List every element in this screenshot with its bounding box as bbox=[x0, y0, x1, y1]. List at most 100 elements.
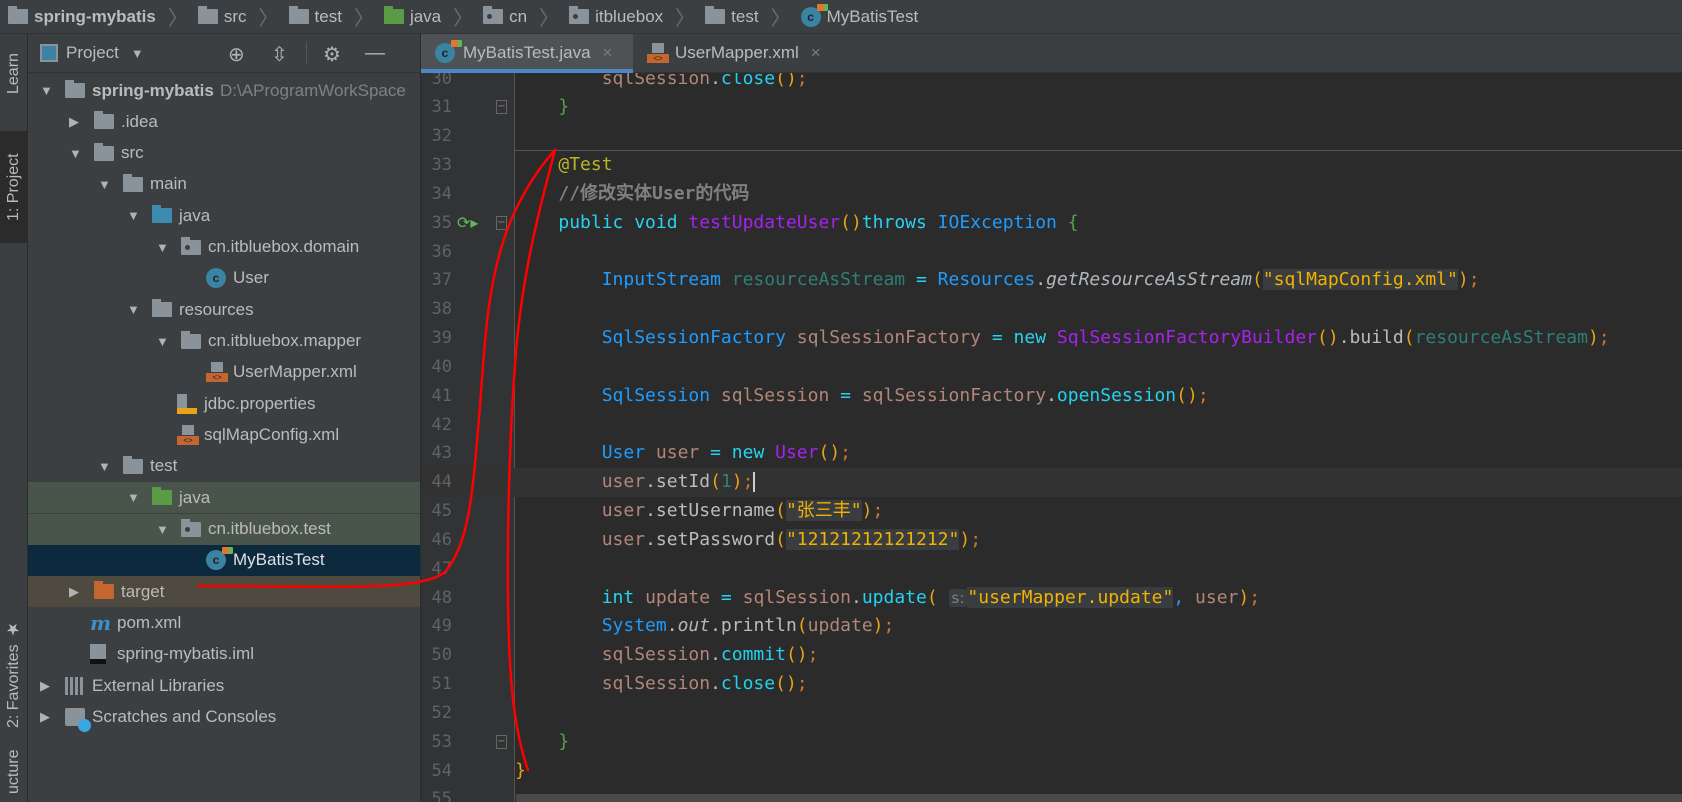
code-line[interactable]: 48 int update = sqlSession.update( s: "us… bbox=[421, 584, 1682, 613]
tree-item-cn-itbluebox-test[interactable]: ▼ cn.itbluebox.test bbox=[28, 513, 420, 545]
code-line[interactable]: 44 user.setId(1); bbox=[421, 468, 1682, 498]
tree-item-usermapper-xml[interactable]: UserMapper.xml bbox=[28, 357, 420, 388]
code-line[interactable]: 43 User user = new User(); bbox=[421, 439, 1682, 468]
breadcrumb-item[interactable]: src 〉 bbox=[197, 2, 285, 31]
fold-marker-icon[interactable]: − bbox=[496, 215, 507, 230]
expanded-arrow-icon[interactable]: ▼ bbox=[40, 83, 53, 98]
code-line[interactable]: 54} bbox=[421, 757, 1682, 786]
close-icon[interactable]: × bbox=[811, 43, 821, 63]
gear-icon[interactable]: ⚙ bbox=[323, 42, 341, 67]
code-line[interactable]: 42 bbox=[421, 411, 1682, 440]
tree-item-cn-itbluebox-mapper[interactable]: ▼ cn.itbluebox.mapper bbox=[28, 326, 420, 357]
code-line[interactable]: 47 bbox=[421, 555, 1682, 584]
code-line[interactable]: 33 @Test bbox=[421, 151, 1682, 180]
tree-item-main[interactable]: ▼ main bbox=[28, 169, 420, 200]
learn-tool-tab[interactable]: Learn bbox=[0, 34, 28, 114]
expanded-arrow-icon[interactable]: ▼ bbox=[156, 334, 169, 349]
code-line[interactable]: 40 bbox=[421, 353, 1682, 382]
tree-item-target[interactable]: ▶ target bbox=[28, 576, 420, 608]
collapsed-arrow-icon[interactable]: ▶ bbox=[69, 584, 79, 600]
project-tool-tab[interactable]: 1: Project bbox=[0, 131, 28, 243]
run-test-icon[interactable]: ⟳▸ bbox=[457, 209, 478, 238]
expanded-arrow-icon[interactable]: ▼ bbox=[98, 177, 111, 192]
fold-marker-icon[interactable]: − bbox=[496, 734, 507, 749]
code-line[interactable]: 53 } − bbox=[421, 728, 1682, 757]
collapsed-arrow-icon[interactable]: ▶ bbox=[40, 678, 50, 694]
code-line[interactable]: 52 bbox=[421, 699, 1682, 728]
tree-item-src[interactable]: ▼ src bbox=[28, 138, 420, 169]
tree-item-cn-itbluebox-domain[interactable]: ▼ cn.itbluebox.domain bbox=[28, 232, 420, 263]
code-area[interactable]: 30 sqlSession.close(); 31 } −32 33 @Test 34 … bbox=[421, 73, 1682, 802]
tree-item-scratches-and-consoles[interactable]: ▶ Scratches and Consoles bbox=[28, 702, 420, 733]
expanded-arrow-icon[interactable]: ▼ bbox=[69, 146, 82, 161]
collapse-all-icon[interactable]: ⇳ bbox=[271, 42, 288, 67]
tree-item-sqlmapconfig-xml[interactable]: sqlMapConfig.xml bbox=[28, 420, 420, 451]
structure-tool-tab[interactable]: ucture bbox=[0, 742, 28, 802]
expanded-arrow-icon[interactable]: ▼ bbox=[98, 459, 111, 474]
horizontal-scrollbar[interactable] bbox=[516, 794, 1682, 802]
code-line[interactable]: 37 InputStream resourceAsStream = Resour… bbox=[421, 266, 1682, 295]
code-line[interactable]: 50 sqlSession.commit(); bbox=[421, 641, 1682, 670]
code-line[interactable]: 31 } − bbox=[421, 93, 1682, 122]
tree-item-external-libraries[interactable]: ▶ External Libraries bbox=[28, 670, 420, 701]
favorites-tool-tab[interactable]: 2: Favorites ★ bbox=[0, 599, 28, 749]
code-line[interactable]: 45 user.setUsername("张三丰"); bbox=[421, 497, 1682, 526]
project-path: D:\AProgramWorkSpace bbox=[220, 80, 406, 100]
breadcrumb-item[interactable]: cn 〉 bbox=[483, 2, 565, 31]
tree-item-label: cn.itbluebox.mapper bbox=[208, 331, 362, 351]
code-line[interactable]: 32 bbox=[421, 122, 1682, 151]
tree-item-pom-xml[interactable]: m pom.xml bbox=[28, 608, 420, 639]
chevron-right-icon: 〉 bbox=[770, 8, 791, 30]
code-line[interactable]: 36 bbox=[421, 238, 1682, 267]
tree-item--idea[interactable]: ▶ .idea bbox=[28, 106, 420, 137]
breadcrumb-item[interactable]: test 〉 bbox=[705, 2, 796, 31]
expanded-arrow-icon[interactable]: ▼ bbox=[156, 522, 169, 537]
code-line[interactable]: 41 SqlSession sqlSession = sqlSessionFac… bbox=[421, 382, 1682, 411]
expanded-arrow-icon[interactable]: ▼ bbox=[127, 208, 140, 223]
locate-icon[interactable]: ⊕ bbox=[228, 42, 245, 67]
chevron-down-icon[interactable]: ▼ bbox=[131, 46, 144, 61]
breadcrumb-item[interactable]: test 〉 bbox=[288, 2, 380, 31]
collapsed-arrow-icon[interactable]: ▶ bbox=[69, 114, 79, 130]
expanded-arrow-icon[interactable]: ▼ bbox=[127, 302, 140, 317]
close-icon[interactable]: × bbox=[603, 43, 613, 63]
tab-mybatistest-java[interactable]: c MyBatisTest.java × bbox=[421, 34, 633, 73]
tree-item-java[interactable]: ▼ java bbox=[28, 482, 420, 514]
tree-item-test[interactable]: ▼ test bbox=[28, 451, 420, 482]
breadcrumb-item[interactable]: java 〉 bbox=[383, 2, 479, 31]
tree-item-mybatistest[interactable]: c MyBatisTest bbox=[28, 544, 420, 576]
fold-marker-icon[interactable]: − bbox=[496, 100, 507, 115]
chevron-right-icon: 〉 bbox=[539, 8, 560, 30]
collapsed-arrow-icon[interactable]: ▶ bbox=[40, 709, 50, 725]
code-line[interactable]: 46 user.setPassword("12121212121212"); bbox=[421, 526, 1682, 555]
breadcrumb-item[interactable]: itbluebox 〉 bbox=[569, 2, 701, 31]
code-line[interactable]: 30 sqlSession.close(); bbox=[421, 73, 1682, 93]
minimize-icon[interactable]: — bbox=[365, 42, 385, 65]
project-view-selector[interactable]: Project bbox=[66, 43, 119, 63]
code-line[interactable]: 51 sqlSession.close(); bbox=[421, 670, 1682, 699]
tree-item-resources[interactable]: ▼ resources bbox=[28, 294, 420, 325]
tab-usermapper-xml[interactable]: UserMapper.xml × bbox=[633, 34, 848, 72]
expanded-arrow-icon[interactable]: ▼ bbox=[156, 240, 169, 255]
code-line[interactable]: 34 //修改实体User的代码 bbox=[421, 180, 1682, 209]
tree-item-jdbc-properties[interactable]: jdbc.properties bbox=[28, 388, 420, 419]
code-line[interactable]: 49 System.out.println(update); bbox=[421, 612, 1682, 641]
code-line[interactable]: 35 public void testUpdateUser()throws IO… bbox=[421, 209, 1682, 238]
breadcrumb-item[interactable]: c MyBatisTest bbox=[800, 3, 918, 27]
tree-item-user[interactable]: c User bbox=[28, 263, 420, 294]
tree-item-spring-mybatis[interactable]: ▼ spring-mybatis D:\AProgramWorkSpace bbox=[28, 75, 420, 106]
expanded-arrow-icon[interactable]: ▼ bbox=[127, 490, 140, 505]
line-number: 30 bbox=[431, 73, 452, 89]
code-line[interactable]: 38 bbox=[421, 295, 1682, 324]
code-token: resourceAsStream bbox=[1414, 327, 1588, 349]
line-number: 34 bbox=[431, 183, 452, 204]
code-line[interactable]: 39 SqlSessionFactory sqlSessionFactory =… bbox=[421, 324, 1682, 353]
tree-item-label: External Libraries bbox=[92, 675, 225, 695]
tree-item-spring-mybatis-iml[interactable]: spring-mybatis.iml bbox=[28, 639, 420, 670]
breadcrumb-item[interactable]: spring-mybatis 〉 bbox=[8, 2, 194, 31]
tree-item-java[interactable]: ▼ java bbox=[28, 200, 420, 231]
code-token: . bbox=[850, 586, 862, 608]
